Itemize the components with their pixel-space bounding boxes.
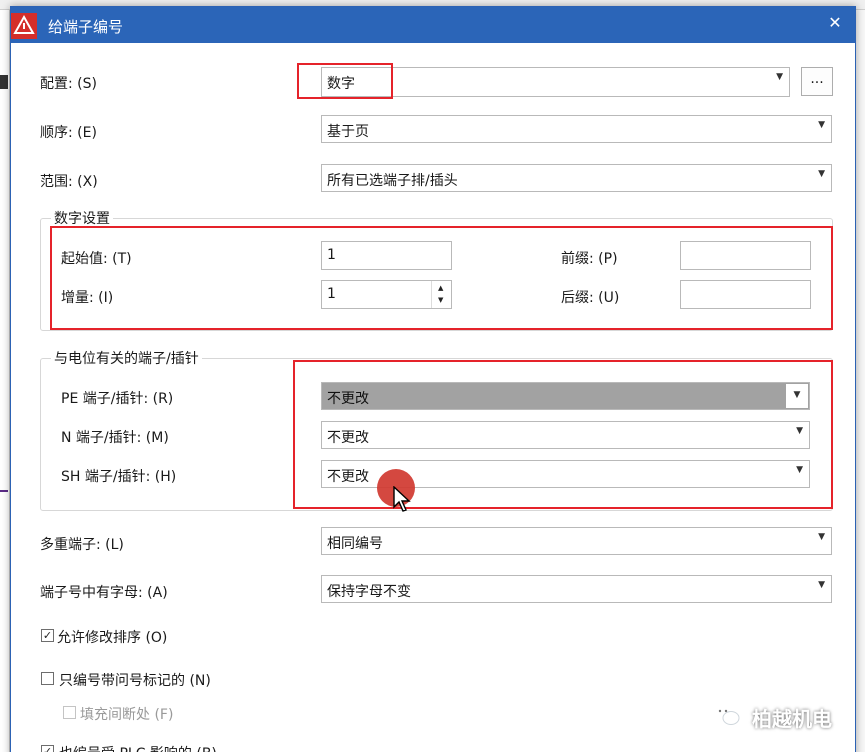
potential-terminals-title: 与电位有关的端子/插针 [51, 348, 202, 368]
number-settings-title: 数字设置 [51, 208, 113, 228]
multi-terminal-value: 相同编号 [327, 536, 383, 552]
pe-terminal-label: PE 端子/插针: (R) [61, 391, 174, 407]
multi-terminal-select[interactable]: 相同编号 ▼ [321, 527, 832, 555]
number-settings-group [40, 218, 833, 331]
config-label: 配置: (S) [40, 76, 97, 92]
chevron-down-icon: ▼ [796, 465, 803, 475]
scope-value: 所有已选端子排/插头 [327, 173, 458, 189]
fill-gaps-checkbox[interactable] [63, 706, 76, 719]
increment-label: 增量: (I) [61, 290, 114, 306]
increment-stepper[interactable]: 1 ▲ ▼ [321, 280, 452, 309]
spin-up-icon[interactable]: ▲ [438, 284, 443, 292]
background-app-edge [0, 10, 10, 752]
start-value-input[interactable]: 1 [321, 241, 452, 270]
suffix-input[interactable] [680, 280, 811, 309]
chevron-down-icon: ▼ [776, 72, 783, 82]
config-select[interactable]: 数字 ▼ [321, 67, 790, 97]
chevron-down-icon: ▼ [786, 384, 808, 408]
order-value: 基于页 [327, 124, 369, 140]
fill-gaps-label[interactable]: 填充间断处 (F) [80, 704, 173, 724]
pe-terminal-value: 不更改 [327, 391, 369, 407]
start-value-label: 起始值: (T) [61, 251, 132, 267]
dialog-titlebar[interactable]: 给端子编号 ✕ [11, 7, 855, 43]
background-fragment [0, 490, 8, 492]
increment-spin-buttons[interactable]: ▲ ▼ [431, 281, 451, 308]
only-question-checkbox[interactable] [41, 672, 54, 685]
suffix-label: 后缀: (U) [561, 290, 620, 306]
allow-reorder-checkbox[interactable]: ✓ [41, 629, 54, 642]
sh-terminal-value: 不更改 [327, 469, 369, 485]
chevron-down-icon: ▼ [818, 169, 825, 179]
wechat-icon [713, 705, 740, 725]
chevron-down-icon: ▼ [818, 120, 825, 130]
chevron-down-icon: ▼ [818, 580, 825, 590]
sh-terminal-label: SH 端子/插针: (H) [61, 469, 177, 485]
mouse-pointer-icon [393, 486, 411, 512]
multi-terminal-label: 多重端子: (L) [40, 537, 124, 553]
letters-value: 保持字母不变 [327, 584, 411, 600]
background-fragment [0, 75, 8, 89]
terminal-numbering-dialog: 给端子编号 ✕ 配置: (S) 数字 ▼ ... 顺序: (E) 基于页 ▼ 范… [10, 6, 856, 752]
dialog-title: 给端子编号 [48, 18, 124, 36]
close-button[interactable]: ✕ [823, 11, 847, 35]
background-app-edge [855, 10, 865, 752]
order-label: 顺序: (E) [40, 125, 97, 141]
pe-terminal-select[interactable]: 不更改 ▼ [321, 382, 810, 410]
plc-partial-checkbox[interactable]: ✓ [41, 745, 54, 752]
prefix-label: 前缀: (P) [561, 251, 618, 267]
scope-label: 范围: (X) [40, 174, 98, 190]
n-terminal-select[interactable]: 不更改 ▼ [321, 421, 810, 449]
watermark-text: 柏越机电 [752, 707, 832, 731]
n-terminal-value: 不更改 [327, 430, 369, 446]
app-logo-icon [11, 13, 37, 39]
only-question-label[interactable]: 只编号带问号标记的 (N) [59, 670, 211, 690]
scope-select[interactable]: 所有已选端子排/插头 ▼ [321, 164, 832, 192]
order-select[interactable]: 基于页 ▼ [321, 115, 832, 143]
config-value: 数字 [327, 76, 355, 92]
config-more-button[interactable]: ... [801, 67, 833, 96]
chevron-down-icon: ▼ [818, 532, 825, 542]
prefix-input[interactable] [680, 241, 811, 270]
chevron-down-icon: ▼ [796, 426, 803, 436]
letters-label: 端子号中有字母: (A) [40, 585, 168, 601]
n-terminal-label: N 端子/插针: (M) [61, 430, 169, 446]
letters-select[interactable]: 保持字母不变 ▼ [321, 575, 832, 603]
allow-reorder-label[interactable]: 允许修改排序 (O) [57, 627, 167, 647]
spin-down-icon[interactable]: ▼ [438, 296, 443, 304]
plc-partial-label[interactable]: 也编号受 PLC 影响的 (B) [59, 743, 217, 752]
